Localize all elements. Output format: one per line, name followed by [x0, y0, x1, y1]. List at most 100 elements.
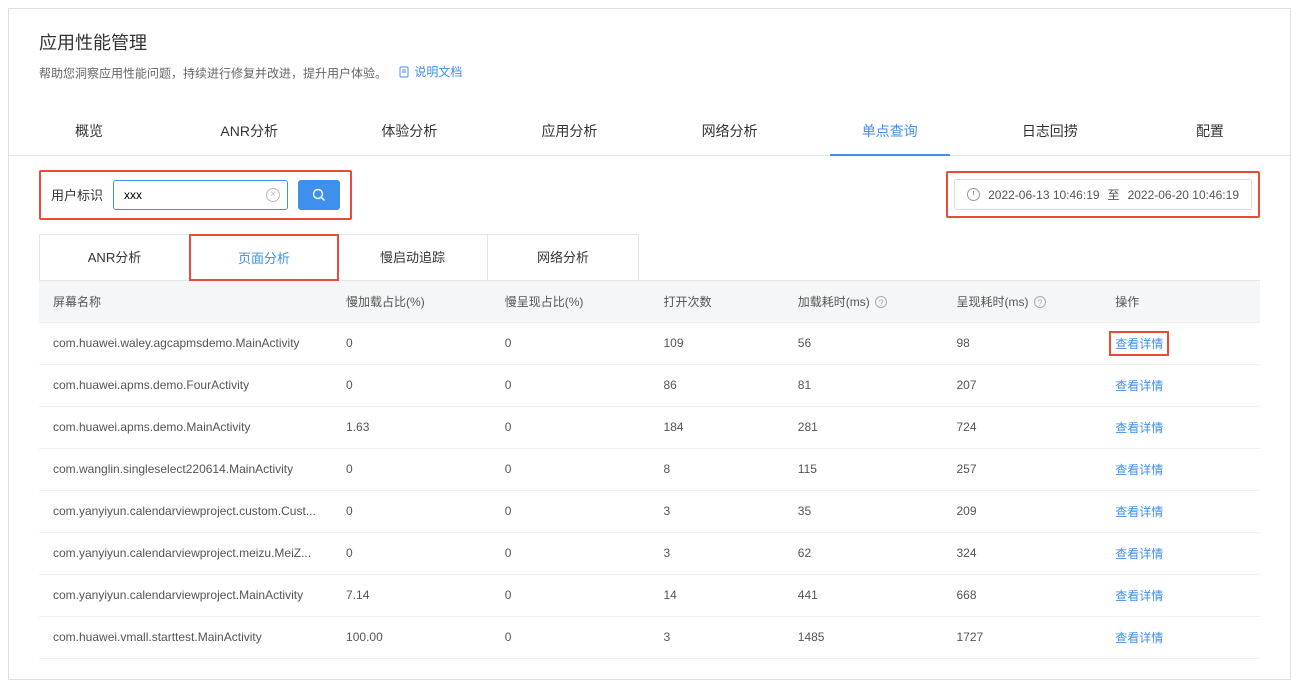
view-detail-link[interactable]: 查看详情 — [1115, 421, 1163, 435]
table-row: com.huawei.apms.demo.MainActivity1.63018… — [39, 406, 1260, 448]
cell-slow-load: 0 — [332, 364, 491, 406]
table-row: com.huawei.apms.demo.FourActivity0086812… — [39, 364, 1260, 406]
cell-open: 3 — [649, 490, 783, 532]
cell-load: 115 — [784, 448, 943, 490]
doc-link[interactable]: 说明文档 — [398, 63, 462, 80]
search-button[interactable] — [298, 180, 340, 210]
cell-load: 35 — [784, 490, 943, 532]
view-detail-link[interactable]: 查看详情 — [1115, 463, 1163, 477]
view-detail-link[interactable]: 查看详情 — [1115, 505, 1163, 519]
view-detail-link[interactable]: 查看详情 — [1115, 631, 1163, 645]
user-id-input[interactable] — [113, 180, 288, 210]
sub-tab-1[interactable]: 页面分析 — [189, 234, 339, 281]
cell-screen: com.huawei.vmall.starttest.MainActivity — [39, 616, 332, 658]
view-detail-link[interactable]: 查看详情 — [1115, 379, 1163, 393]
cell-slow-render: 0 — [491, 406, 650, 448]
main-tabs: 概览ANR分析体验分析应用分析网络分析单点查询日志回捞配置 — [9, 107, 1290, 156]
main-tab-5[interactable]: 单点查询 — [810, 107, 970, 155]
cell-screen: com.huawei.waley.agcapmsdemo.MainActivit… — [39, 322, 332, 364]
cell-render: 324 — [943, 532, 1102, 574]
cell-render: 98 — [943, 322, 1102, 364]
desc-text: 帮助您洞察应用性能问题，持续进行修复并改进，提升用户体验。 — [39, 67, 387, 81]
date-to: 2022-06-20 10:46:19 — [1128, 188, 1239, 202]
cell-open: 14 — [649, 574, 783, 616]
cell-action: 查看详情 — [1101, 406, 1260, 448]
main-tab-0[interactable]: 概览 — [9, 107, 169, 155]
date-separator: 至 — [1108, 186, 1120, 203]
main-tab-3[interactable]: 应用分析 — [489, 107, 649, 155]
page-description: 帮助您洞察应用性能问题，持续进行修复并改进，提升用户体验。 说明文档 — [39, 63, 1260, 82]
help-icon[interactable]: ? — [875, 296, 887, 308]
cell-action: 查看详情 — [1101, 490, 1260, 532]
filter-left-group: 用户标识 × — [39, 170, 352, 220]
cell-screen: com.yanyiyun.calendarviewproject.MainAct… — [39, 574, 332, 616]
cell-screen: com.yanyiyun.calendarviewproject.meizu.M… — [39, 532, 332, 574]
table-row: com.huawei.vmall.starttest.MainActivity 1… — [39, 616, 1260, 658]
table-row: com.yanyiyun.calendarviewproject.meizu.M… — [39, 532, 1260, 574]
cell-slow-render: 0 — [491, 490, 650, 532]
cell-load: 441 — [784, 574, 943, 616]
view-detail-link[interactable]: 查看详情 — [1109, 331, 1169, 356]
table-header: 屏幕名称 慢加载占比(%) 慢呈现占比(%) 打开次数 加载耗时(ms) ? 呈… — [39, 280, 1260, 322]
cell-screen: com.yanyiyun.calendarviewproject.custom.… — [39, 490, 332, 532]
cell-slow-render: 0 — [491, 616, 650, 658]
cell-load: 81 — [784, 364, 943, 406]
doc-link-label: 说明文档 — [414, 63, 462, 80]
help-icon[interactable]: ? — [1034, 296, 1046, 308]
sub-tabs-wrap: ANR分析页面分析慢启动追踪网络分析 — [9, 234, 1290, 280]
cell-load: 1485 — [784, 616, 943, 658]
clear-input-icon[interactable]: × — [266, 188, 280, 202]
th-open-count[interactable]: 打开次数 — [649, 280, 783, 322]
cell-slow-load: 7.14 — [332, 574, 491, 616]
main-tab-6[interactable]: 日志回捞 — [970, 107, 1130, 155]
cell-load: 62 — [784, 532, 943, 574]
th-screen-name[interactable]: 屏幕名称 — [39, 280, 332, 322]
main-tab-2[interactable]: 体验分析 — [329, 107, 489, 155]
cell-screen: com.huawei.apms.demo.FourActivity — [39, 364, 332, 406]
table-row: com.huawei.waley.agcapmsdemo.MainActivit… — [39, 322, 1260, 364]
th-load-time[interactable]: 加载耗时(ms) ? — [784, 280, 943, 322]
table-row: com.wanglin.singleselect220614.MainActiv… — [39, 448, 1260, 490]
sub-tab-2[interactable]: 慢启动追踪 — [338, 235, 488, 280]
sub-tab-3[interactable]: 网络分析 — [488, 235, 638, 280]
cell-action: 查看详情 — [1101, 322, 1260, 364]
cell-open: 3 — [649, 616, 783, 658]
cell-screen: com.huawei.apms.demo.MainActivity — [39, 406, 332, 448]
sub-tabs: ANR分析页面分析慢启动追踪网络分析 — [39, 234, 639, 280]
cell-action: 查看详情 — [1101, 532, 1260, 574]
filter-row: 用户标识 × 2022-06-13 10:46:19 至 2022-06-20 … — [9, 156, 1290, 234]
date-range-picker[interactable]: 2022-06-13 10:46:19 至 2022-06-20 10:46:1… — [954, 179, 1252, 210]
document-icon — [398, 66, 410, 78]
cell-slow-load: 0 — [332, 532, 491, 574]
date-filter-group: 2022-06-13 10:46:19 至 2022-06-20 10:46:1… — [946, 171, 1260, 218]
cell-open: 8 — [649, 448, 783, 490]
cell-action: 查看详情 — [1101, 448, 1260, 490]
sub-tab-0[interactable]: ANR分析 — [40, 235, 190, 280]
cell-slow-load: 0 — [332, 490, 491, 532]
cell-action: 查看详情 — [1101, 616, 1260, 658]
cell-action: 查看详情 — [1101, 574, 1260, 616]
cell-screen: com.wanglin.singleselect220614.MainActiv… — [39, 448, 332, 490]
cell-open: 184 — [649, 406, 783, 448]
cell-slow-load: 0 — [332, 448, 491, 490]
th-load-time-label: 加载耗时(ms) — [798, 295, 870, 309]
cell-action: 查看详情 — [1101, 364, 1260, 406]
view-detail-link[interactable]: 查看详情 — [1115, 547, 1163, 561]
th-render-time[interactable]: 呈现耗时(ms) ? — [943, 280, 1102, 322]
main-tab-7[interactable]: 配置 — [1130, 107, 1290, 155]
cell-slow-load: 0 — [332, 322, 491, 364]
th-action: 操作 — [1101, 280, 1260, 322]
cell-render: 209 — [943, 490, 1102, 532]
view-detail-link[interactable]: 查看详情 — [1115, 589, 1163, 603]
main-tab-1[interactable]: ANR分析 — [169, 107, 329, 155]
search-input-wrap: × — [113, 180, 288, 210]
cell-slow-render: 0 — [491, 322, 650, 364]
cell-render: 207 — [943, 364, 1102, 406]
search-icon — [312, 188, 326, 202]
cell-render: 1727 — [943, 616, 1102, 658]
header-section: 应用性能管理 帮助您洞察应用性能问题，持续进行修复并改进，提升用户体验。 说明文… — [9, 9, 1290, 92]
main-tab-4[interactable]: 网络分析 — [650, 107, 810, 155]
th-slow-render[interactable]: 慢呈现占比(%) — [491, 280, 650, 322]
cell-render: 724 — [943, 406, 1102, 448]
th-slow-load[interactable]: 慢加载占比(%) — [332, 280, 491, 322]
